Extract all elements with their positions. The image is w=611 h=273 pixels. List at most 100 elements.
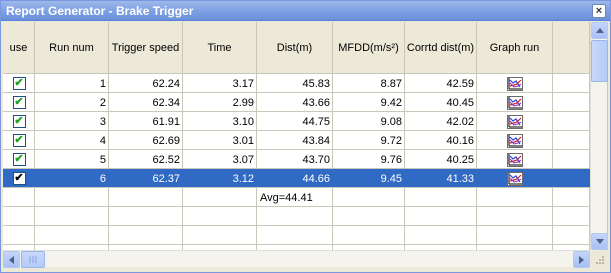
graph-icon[interactable] [507,152,523,167]
use-checkbox[interactable]: ✔ [12,134,26,147]
column-header-corr[interactable]: Corrtd dist(m) [405,22,477,74]
corr-cell: 40.25 [446,153,474,166]
blank-cell [553,74,590,93]
column-header-graph[interactable]: Graph run [477,22,553,74]
table-row[interactable]: ✔ 2 62.34 2.99 43.66 9.42 40.45 [3,93,590,112]
results-grid[interactable]: use Run num Trigger speed Time Dist(m) MFDD(m… [3,22,608,250]
table-row[interactable]: ✔ 1 62.24 3.17 45.83 8.87 42.59 [3,74,590,93]
use-checkbox[interactable]: ✔ [12,115,26,128]
corr-cell: 42.59 [446,77,474,90]
use-cell[interactable]: ✔ [3,93,35,112]
graph-icon[interactable] [507,171,523,186]
use-cell[interactable]: ✔ [3,131,35,150]
graph-run-cell[interactable] [477,169,553,188]
scroll-down-button[interactable] [591,233,608,250]
scroll-left-button[interactable] [3,251,20,268]
arrow-up-icon [595,28,604,33]
use-cell[interactable]: ✔ [3,74,35,93]
dist-cell: 44.66 [302,172,330,185]
column-header-dist[interactable]: Dist(m) [257,22,333,74]
graph-icon[interactable] [507,95,523,110]
table-row[interactable]: ✔ 3 61.91 3.10 44.75 9.08 42.02 [3,112,590,131]
dist-cell: 43.84 [302,134,330,147]
arrow-left-icon [9,255,14,264]
table-row[interactable]: ✔ 5 62.52 3.07 43.70 9.76 40.25 [3,150,590,169]
grid-header-row: use Run num Trigger speed Time Dist(m) MFDD(m… [3,22,590,74]
use-checkbox[interactable]: ✔ [12,96,26,109]
resize-grip-icon [596,256,604,264]
use-cell[interactable]: ✔ [3,112,35,131]
run-cell: 1 [99,77,106,90]
blank-cell [553,169,590,188]
graph-run-cell[interactable] [477,93,553,112]
trigger-cell: 62.52 [152,153,180,166]
time-cell: 3.01 [232,134,254,147]
run-cell: 4 [99,134,106,147]
column-header-time[interactable]: Time [183,22,257,74]
resize-grip[interactable] [591,251,607,267]
graph-run-cell[interactable] [477,150,553,169]
mfdd-cell: 9.72 [380,134,402,147]
graph-run-cell[interactable] [477,112,553,131]
trigger-cell: 61.91 [152,115,180,128]
graph-icon[interactable] [507,133,523,148]
trigger-cell: 62.37 [152,172,180,185]
scroll-up-button[interactable] [591,22,608,39]
dist-cell: 44.75 [302,115,330,128]
graph-run-cell[interactable] [477,74,553,93]
column-header-trigger[interactable]: Trigger speed [109,22,183,74]
mfdd-cell: 9.45 [380,172,402,185]
empty-row[interactable] [3,226,590,245]
time-cell: 3.07 [232,153,254,166]
blank-cell [553,131,590,150]
summary-row[interactable]: Avg=44.41 [3,188,590,207]
window-title: Report Generator - Brake Trigger [6,4,194,18]
mfdd-cell: 9.08 [380,115,402,128]
trigger-cell: 62.69 [152,134,180,147]
blank-cell [553,150,590,169]
vertical-scrollbar[interactable] [590,22,608,250]
blank-cell [553,93,590,112]
close-button[interactable]: × [592,4,606,18]
column-header-blank [553,22,590,74]
average-distance: Avg=44.41 [260,191,313,204]
column-header-use[interactable]: use [3,22,35,74]
run-cell: 6 [99,172,106,185]
run-cell: 5 [99,153,106,166]
dist-cell: 45.83 [302,77,330,90]
corr-cell: 40.16 [446,134,474,147]
corr-cell: 41.33 [446,172,474,185]
run-cell: 2 [99,96,106,109]
use-checkbox[interactable]: ✔ [12,172,26,185]
column-header-run[interactable]: Run num [35,22,109,74]
graph-run-cell[interactable] [477,131,553,150]
dist-cell: 43.70 [302,153,330,166]
table-row[interactable]: ✔ 4 62.69 3.01 43.84 9.72 40.16 [3,131,590,150]
close-icon: × [595,4,603,17]
grip-lines-icon [29,256,37,263]
use-cell[interactable]: ✔ [3,169,35,188]
horizontal-scroll-thumb[interactable] [21,251,45,268]
scroll-right-button[interactable] [573,251,590,268]
arrow-down-icon [595,239,604,244]
graph-icon[interactable] [507,76,523,91]
horizontal-scrollbar[interactable] [3,250,590,268]
graph-icon[interactable] [507,114,523,129]
time-cell: 2.99 [232,96,254,109]
mfdd-cell: 9.76 [380,153,402,166]
time-cell: 3.10 [232,115,254,128]
empty-row[interactable] [3,207,590,226]
table-row[interactable]: ✔ 6 62.37 3.12 44.66 9.45 41.33 [3,169,590,188]
use-checkbox[interactable]: ✔ [12,153,26,166]
title-bar[interactable]: Report Generator - Brake Trigger × [1,1,610,21]
blank-cell [553,112,590,131]
vertical-scroll-thumb[interactable] [591,40,608,82]
use-cell[interactable]: ✔ [3,150,35,169]
time-cell: 3.17 [232,77,254,90]
trigger-cell: 62.34 [152,96,180,109]
column-header-mfdd[interactable]: MFDD(m/s²) [333,22,405,74]
use-checkbox[interactable]: ✔ [12,77,26,90]
mfdd-cell: 9.42 [380,96,402,109]
run-cell: 3 [99,115,106,128]
arrow-right-icon [579,255,584,264]
